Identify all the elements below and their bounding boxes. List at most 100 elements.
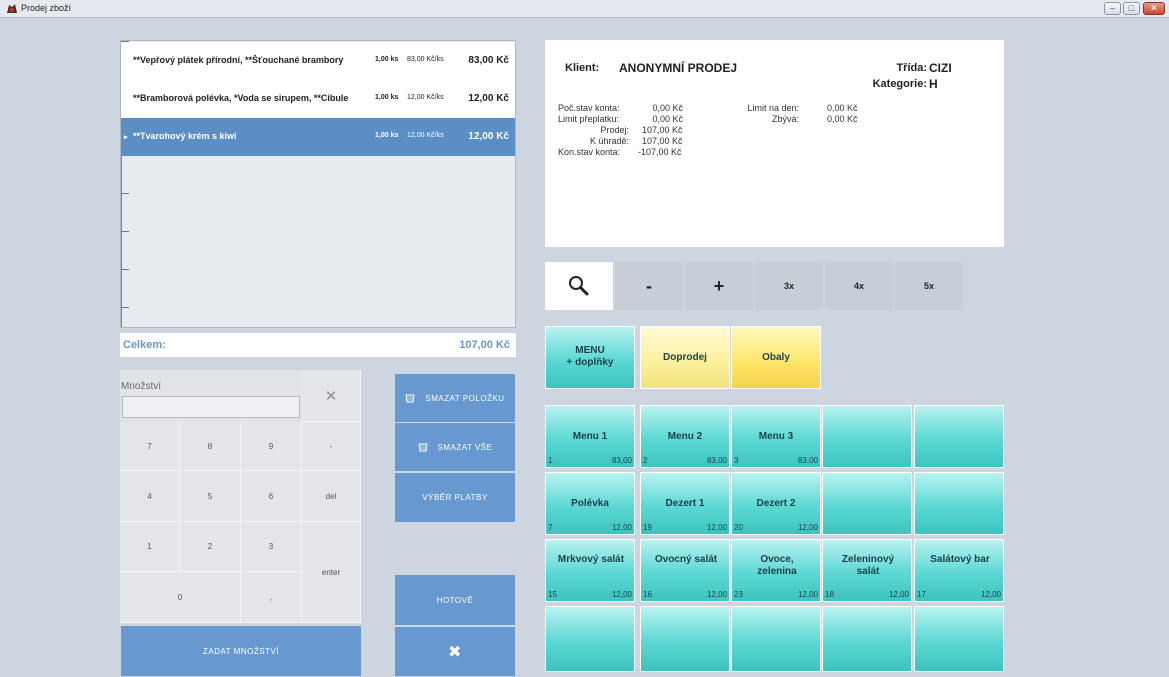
item-total: 12,00 Kč — [468, 131, 509, 142]
minimize-button[interactable]: – — [1104, 2, 1121, 15]
key-4[interactable]: 4 — [120, 471, 180, 522]
product-price: 83,00 — [611, 456, 632, 465]
done-button[interactable]: HOTOVĚ — [395, 575, 515, 625]
product-name: Mrkvový salát — [557, 554, 625, 565]
maximize-button[interactable]: □ — [1123, 2, 1140, 15]
item-name: **Vepřový plátek přírodní, **Šťouchané b… — [133, 55, 344, 65]
category-packaging[interactable]: Obaly — [731, 326, 821, 389]
close-button[interactable]: ✕ — [1143, 2, 1165, 15]
clear-qty-button[interactable]: ✕ — [302, 370, 361, 422]
product-tile[interactable]: Dezert 1 19 12,00 — [640, 472, 730, 535]
category-menu[interactable]: MENU + doplňky — [545, 326, 635, 389]
empty-product-tile[interactable] — [822, 405, 912, 468]
payment-selection-button[interactable]: VÝBĚR PLATBY — [395, 473, 515, 522]
product-tile[interactable]: Menu 3 3 83,00 — [731, 405, 821, 468]
product-tile[interactable]: Menu 2 2 83,00 — [640, 405, 730, 468]
key-8[interactable]: 8 — [180, 422, 241, 471]
order-item-list[interactable]: **Vepřový plátek přírodní, **Šťouchané b… — [120, 40, 516, 328]
category-menu-line1: MENU — [575, 345, 605, 356]
empty-product-tile[interactable] — [822, 606, 912, 672]
key-3[interactable]: 3 — [241, 522, 302, 572]
category-packaging-label: Obaly — [762, 352, 790, 363]
product-code: 20 — [734, 523, 743, 532]
product-code: 19 — [643, 523, 652, 532]
product-tile[interactable]: Salátový bar 17 12,00 — [914, 539, 1004, 602]
daily-limit-value: 0,00 Kč — [827, 103, 858, 113]
product-tile[interactable]: Zeleninový salát 18 12,00 — [822, 539, 912, 602]
enter-quantity-button[interactable]: ZADAT MNOŽSTVÍ — [121, 626, 361, 676]
product-name: Dezert 2 — [756, 498, 796, 509]
empty-product-tile[interactable] — [914, 405, 1004, 468]
product-price: 12,00 — [980, 590, 1001, 599]
quantity-input[interactable] — [122, 396, 300, 418]
order-row-selected[interactable]: ▸ **Tvarohový krém s kiwi 1,00 ks 12,00 … — [121, 118, 515, 156]
product-price: 83,00 — [797, 456, 818, 465]
remaining-value: 0,00 Kč — [827, 114, 858, 124]
search-button[interactable] — [545, 262, 613, 310]
delete-all-button[interactable]: SMAZAT VŠE — [395, 423, 515, 471]
increase-qty-button[interactable]: + — [685, 262, 753, 310]
total-label: Celkem: — [123, 339, 166, 351]
decrease-qty-button[interactable]: - — [615, 262, 683, 310]
delete-all-label: SMAZAT VŠE — [437, 442, 493, 452]
balance-end-value: -107,00 Kč — [638, 147, 682, 157]
order-row[interactable]: **Vepřový plátek přírodní, **Šťouchané b… — [121, 42, 515, 80]
product-name: Zeleninový salát — [841, 554, 895, 577]
to-pay-label: K úhradě: — [589, 136, 629, 146]
trash-basket-icon — [417, 443, 428, 452]
product-price: 12,00 — [797, 590, 818, 599]
key-0[interactable]: 0 — [120, 572, 241, 623]
order-row[interactable]: **Bramborová polévka, *Voda se sirupem, … — [121, 80, 515, 118]
product-code: 2 — [643, 456, 648, 465]
key-6[interactable]: 6 — [241, 471, 302, 522]
key-7[interactable]: 7 — [120, 422, 180, 471]
multiply-3x-button[interactable]: 3x — [755, 262, 823, 310]
multiply-4x-button[interactable]: 4x — [825, 262, 893, 310]
category-sale-out-label: Doprodej — [663, 352, 707, 363]
product-code: 23 — [734, 590, 743, 599]
delete-item-button[interactable]: SMAZAT POLOŽKU — [395, 374, 515, 422]
overpay-limit-value: 0,00 Kč — [652, 114, 683, 124]
daily-limit-label: Limit na den: — [747, 103, 799, 113]
client-name: ANONYMNÍ PRODEJ — [619, 61, 738, 75]
product-tile[interactable]: Ovoce, zelenina 23 12,00 — [731, 539, 821, 602]
delete-item-label: SMAZAT POLOŽKU — [425, 393, 505, 403]
sale-value: 107,00 Kč — [642, 125, 683, 135]
empty-product-tile[interactable] — [640, 606, 730, 672]
product-tile[interactable]: Mrkvový salát 15 12,00 — [545, 539, 635, 602]
product-tile[interactable]: Menu 1 1 83,00 — [545, 405, 635, 468]
key-enter[interactable]: enter — [302, 522, 361, 623]
product-code: 15 — [548, 590, 557, 599]
category-sale-out[interactable]: Doprodej — [640, 326, 730, 389]
product-tile[interactable]: Polévka 7 12,00 — [545, 472, 635, 535]
cancel-button[interactable]: ✖ — [395, 627, 515, 676]
product-code: 1 — [548, 456, 553, 465]
item-qty: 1,00 ks — [375, 132, 399, 139]
window-title: Prodej zboží — [21, 3, 72, 13]
window-title-bar: Prodej zboží – □ ✕ — [0, 0, 1169, 18]
empty-product-tile[interactable] — [914, 472, 1004, 535]
product-name: Ovocný salát — [654, 554, 718, 565]
item-qty: 1,00 ks — [375, 56, 399, 63]
product-code: 18 — [825, 590, 834, 599]
empty-product-tile[interactable] — [731, 606, 821, 672]
product-name: Menu 3 — [758, 431, 794, 442]
product-tile[interactable]: Dezert 2 20 12,00 — [731, 472, 821, 535]
key-minus[interactable]: - — [302, 422, 361, 471]
product-price: 12,00 — [797, 523, 818, 532]
to-pay-value: 107,00 Kč — [642, 136, 683, 146]
empty-product-tile[interactable] — [545, 606, 635, 672]
balance-start-label: Poč.stav konta: — [558, 103, 620, 113]
empty-product-tile[interactable] — [822, 472, 912, 535]
item-unit-price: 83,00 Kč/ks — [407, 56, 444, 63]
item-name: **Tvarohový krém s kiwi — [133, 131, 237, 141]
empty-product-tile[interactable] — [914, 606, 1004, 672]
key-9[interactable]: 9 — [241, 422, 302, 471]
key-2[interactable]: 2 — [180, 522, 241, 572]
multiply-5x-button[interactable]: 5x — [895, 262, 963, 310]
key-1[interactable]: 1 — [120, 522, 180, 572]
key-comma[interactable]: , — [241, 572, 302, 623]
key-delete[interactable]: del — [302, 471, 361, 522]
key-5[interactable]: 5 — [180, 471, 241, 522]
product-tile[interactable]: Ovocný salát 16 12,00 — [640, 539, 730, 602]
